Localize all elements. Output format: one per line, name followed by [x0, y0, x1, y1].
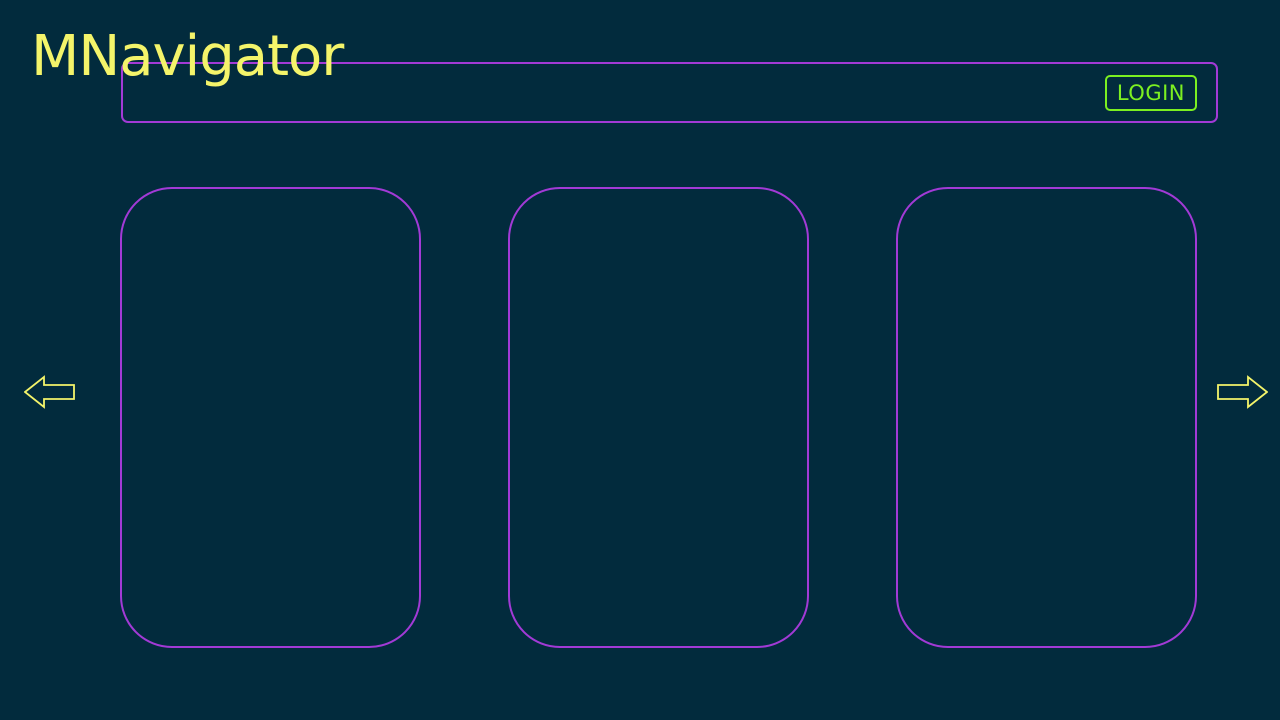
page: MNavigator LOGIN — [0, 0, 1280, 720]
next-button[interactable] — [1216, 375, 1268, 409]
login-button[interactable]: LOGIN — [1104, 75, 1197, 111]
right-arrow-icon — [1217, 375, 1268, 409]
left-arrow-icon — [24, 375, 75, 409]
app-title: MNavigator — [31, 24, 344, 89]
carousel-card-3[interactable] — [896, 187, 1197, 648]
prev-button[interactable] — [24, 375, 76, 409]
carousel-card-2[interactable] — [508, 187, 809, 648]
carousel-card-1[interactable] — [120, 187, 421, 648]
